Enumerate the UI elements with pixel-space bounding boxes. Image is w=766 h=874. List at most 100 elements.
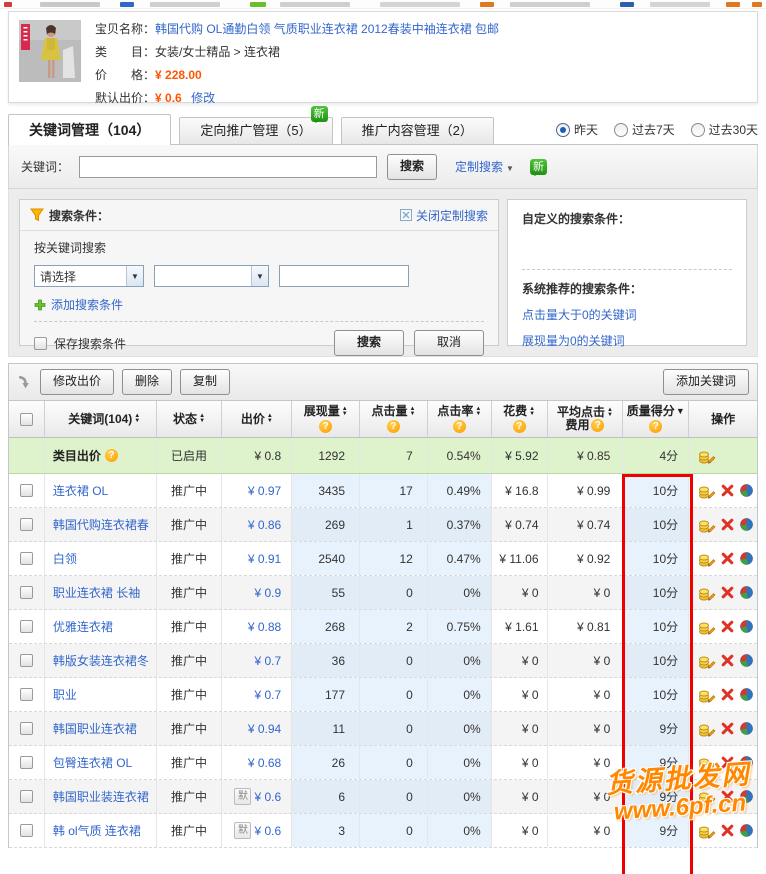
row-checkbox[interactable]: [20, 790, 33, 803]
bid-value[interactable]: ¥ 0.6: [254, 824, 281, 838]
stats-icon[interactable]: [739, 755, 754, 770]
edit-bid-icon[interactable]: [698, 823, 716, 839]
radio-past7days[interactable]: 过去7天: [614, 121, 675, 138]
stats-icon[interactable]: [739, 517, 754, 532]
delete-icon[interactable]: [721, 484, 734, 497]
add-condition-link[interactable]: 添加搜索条件: [51, 296, 123, 313]
filter-field-select[interactable]: 请选择▼: [34, 265, 144, 287]
edit-bid-icon[interactable]: [698, 789, 716, 805]
keyword-search-input[interactable]: [79, 156, 377, 178]
delete-icon[interactable]: [721, 722, 734, 735]
row-checkbox[interactable]: [20, 654, 33, 667]
column-header-keyword[interactable]: 关键词(104)▲▼: [45, 401, 157, 437]
row-checkbox[interactable]: [20, 586, 33, 599]
modify-bid-link[interactable]: 修改: [191, 91, 215, 105]
column-header-clicks[interactable]: 点击量▲▼?: [360, 401, 428, 437]
delete-icon[interactable]: [721, 688, 734, 701]
bid-value[interactable]: ¥ 0.68: [248, 756, 281, 770]
keyword-link[interactable]: 韩版女装连衣裙冬: [53, 652, 149, 669]
custom-search-link[interactable]: 定制搜索: [455, 160, 503, 174]
keyword-link[interactable]: 韩国职业连衣裙: [53, 720, 137, 737]
stats-icon[interactable]: [739, 551, 754, 566]
delete-icon[interactable]: [721, 824, 734, 837]
row-checkbox[interactable]: [20, 722, 33, 735]
help-icon[interactable]: ?: [387, 420, 400, 433]
stats-icon[interactable]: [739, 585, 754, 600]
bid-value[interactable]: ¥ 0.7: [254, 654, 281, 668]
stats-icon[interactable]: [739, 823, 754, 838]
help-icon[interactable]: ?: [105, 449, 118, 462]
keyword-link[interactable]: 连衣裙 OL: [53, 482, 108, 499]
bid-value[interactable]: ¥ 0.91: [248, 552, 281, 566]
edit-bid-icon[interactable]: [698, 517, 716, 533]
help-icon[interactable]: ?: [649, 420, 662, 433]
stats-icon[interactable]: [739, 687, 754, 702]
add-keyword-button[interactable]: 添加关键词: [663, 369, 749, 395]
chevron-down-icon[interactable]: ▼: [506, 164, 514, 173]
select-all-checkbox[interactable]: [20, 413, 33, 426]
modify-bid-button[interactable]: 修改出价: [40, 369, 114, 395]
close-custom-search-link[interactable]: 关闭定制搜索: [416, 207, 488, 224]
delete-icon[interactable]: [721, 518, 734, 531]
bid-value[interactable]: ¥ 0.97: [248, 484, 281, 498]
edit-bid-icon[interactable]: [698, 653, 716, 669]
save-condition-checkbox[interactable]: [34, 337, 47, 350]
help-icon[interactable]: ?: [453, 420, 466, 433]
stats-icon[interactable]: [739, 789, 754, 804]
keyword-link[interactable]: 韩 ol气质 连衣裙: [53, 822, 141, 839]
row-checkbox[interactable]: [20, 688, 33, 701]
delete-icon[interactable]: [721, 552, 734, 565]
bid-value[interactable]: ¥ 0.94: [248, 722, 281, 736]
filter-operator-select[interactable]: ▼: [154, 265, 269, 287]
edit-bid-icon[interactable]: [698, 448, 716, 464]
keyword-link[interactable]: 包臀连衣裙 OL: [53, 754, 132, 771]
tab-promotion-content[interactable]: 推广内容管理（2）: [341, 117, 494, 144]
stats-icon[interactable]: [739, 653, 754, 668]
bid-value[interactable]: ¥ 0.86: [248, 518, 281, 532]
close-box-icon[interactable]: [400, 209, 412, 221]
delete-icon[interactable]: [721, 790, 734, 803]
delete-button[interactable]: 删除: [122, 369, 172, 395]
condition-link-clicks-gt0[interactable]: 点击量大于0的关键词: [522, 306, 732, 323]
copy-button[interactable]: 复制: [180, 369, 230, 395]
help-icon[interactable]: ?: [591, 419, 604, 432]
row-checkbox[interactable]: [20, 518, 33, 531]
edit-bid-icon[interactable]: [698, 721, 716, 737]
delete-icon[interactable]: [721, 620, 734, 633]
edit-bid-icon[interactable]: [698, 551, 716, 567]
condition-link-impr-eq0[interactable]: 展现量为0的关键词: [522, 332, 732, 349]
bid-value[interactable]: ¥ 0.9: [254, 586, 281, 600]
delete-icon[interactable]: [721, 586, 734, 599]
keyword-link[interactable]: 职业: [53, 686, 77, 703]
bid-value[interactable]: ¥ 0.6: [254, 790, 281, 804]
stats-icon[interactable]: [739, 619, 754, 634]
column-header-quality-score[interactable]: 质量得分▼?: [623, 401, 689, 437]
filter-value-input[interactable]: [279, 265, 409, 287]
keyword-link[interactable]: 优雅连衣裙: [53, 618, 113, 635]
row-checkbox[interactable]: [20, 824, 33, 837]
column-header-status[interactable]: 状态▲▼: [157, 401, 223, 437]
keyword-link[interactable]: 韩国职业装连衣裙: [53, 788, 149, 805]
delete-icon[interactable]: [721, 756, 734, 769]
stats-icon[interactable]: [739, 483, 754, 498]
column-header-cost[interactable]: 花费▲▼?: [492, 401, 548, 437]
keyword-search-button[interactable]: 搜索: [387, 154, 437, 180]
keyword-link[interactable]: 韩国代购连衣裙春: [53, 516, 149, 533]
edit-bid-icon[interactable]: [698, 755, 716, 771]
row-checkbox[interactable]: [20, 552, 33, 565]
tab-targeted-promotion[interactable]: 定向推广管理（5）新: [179, 117, 332, 144]
edit-bid-icon[interactable]: [698, 687, 716, 703]
keyword-link[interactable]: 白领: [53, 550, 77, 567]
edit-bid-icon[interactable]: [698, 483, 716, 499]
bid-value[interactable]: ¥ 0.7: [254, 688, 281, 702]
radio-past30days[interactable]: 过去30天: [691, 121, 758, 138]
condition-cancel-button[interactable]: 取消: [414, 330, 484, 356]
radio-yesterday[interactable]: 昨天: [556, 121, 598, 138]
tab-keyword-management[interactable]: 关键词管理（104）: [8, 114, 171, 145]
keyword-link[interactable]: 职业连衣裙 长袖: [53, 584, 140, 601]
stats-icon[interactable]: [739, 721, 754, 736]
help-icon[interactable]: ?: [513, 420, 526, 433]
column-header-ctr[interactable]: 点击率▲▼?: [428, 401, 492, 437]
product-name-link[interactable]: 韩国代购 OL通勤白领 气质职业连衣裙 2012春装中袖连衣裙 包邮: [155, 22, 499, 36]
row-checkbox[interactable]: [20, 620, 33, 633]
